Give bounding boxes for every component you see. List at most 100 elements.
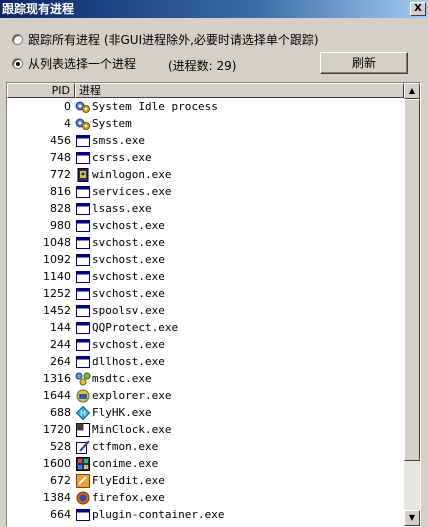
row-pid: 244: [50, 338, 71, 351]
row-process-name: svchost.exe: [92, 338, 165, 351]
row-pid: 672: [50, 474, 71, 487]
table-row[interactable]: 144 QQProtect.exe: [7, 319, 404, 336]
table-row[interactable]: 1384 firefox.exe: [7, 489, 404, 506]
select-from-list-option[interactable]: 从列表选择一个进程: [12, 55, 136, 71]
row-pid: 0: [64, 100, 71, 113]
refresh-button[interactable]: 刷新: [320, 52, 408, 74]
row-pid: 4: [64, 117, 71, 130]
table-row[interactable]: 828 lsass.exe: [7, 200, 404, 217]
window-icon: [75, 134, 91, 148]
row-process-name: explorer.exe: [92, 389, 172, 402]
explorer-icon: [75, 389, 91, 403]
table-row[interactable]: 1600 conime.exe: [7, 455, 404, 472]
window-icon: [75, 236, 91, 250]
table-row[interactable]: 816 services.exe: [7, 183, 404, 200]
table-row[interactable]: 244 svchost.exe: [7, 336, 404, 353]
row-pid: 772: [50, 168, 71, 181]
row-process-name: svchost.exe: [92, 236, 165, 249]
table-row[interactable]: 528 ctfmon.exe: [7, 438, 404, 455]
winlogon-icon: [75, 167, 91, 182]
flyedit-icon: [75, 473, 91, 488]
row-pid: 748: [50, 151, 71, 164]
table-row[interactable]: 1048 svchost.exe: [7, 234, 404, 251]
table-row[interactable]: 4 System: [7, 115, 404, 132]
row-pid: 144: [50, 321, 71, 334]
list-rows: 0 System Idle process 4 System 456 smss.exe 74…: [7, 98, 404, 523]
window-icon: [75, 202, 91, 216]
row-process-name: plugin-container.exe: [92, 508, 225, 521]
window-icon: [75, 321, 91, 335]
table-row[interactable]: 0 System Idle process: [7, 98, 404, 115]
row-pid: 1384: [43, 491, 71, 504]
table-row[interactable]: 748 csrss.exe: [7, 149, 404, 166]
row-pid: 1048: [43, 236, 71, 249]
title-bar: 跟踪现有进程 X: [0, 0, 428, 18]
row-pid: 664: [50, 508, 71, 521]
list-header: PID 进程: [7, 83, 404, 98]
process-list[interactable]: PID 进程 0 System Idle process 4 System 456 sms…: [6, 82, 421, 527]
close-button[interactable]: X: [410, 2, 426, 16]
column-header-pid[interactable]: PID: [7, 83, 75, 98]
flyhk-icon: H: [75, 405, 91, 420]
row-process-name: csrss.exe: [92, 151, 152, 164]
table-row[interactable]: 772 winlogon.exe: [7, 166, 404, 183]
ctfmon-icon: [75, 439, 91, 454]
row-process-name: smss.exe: [92, 134, 145, 147]
row-process-name: svchost.exe: [92, 270, 165, 283]
table-row[interactable]: 980 svchost.exe: [7, 217, 404, 234]
row-process-name: winlogon.exe: [92, 168, 172, 181]
row-pid: 1600: [43, 457, 71, 470]
row-pid: 528: [50, 440, 71, 453]
vertical-scrollbar[interactable]: ▲ ▼: [404, 83, 420, 526]
system-gear-icon: [75, 117, 91, 131]
table-row[interactable]: 1252 svchost.exe: [7, 285, 404, 302]
window-icon: [75, 151, 91, 165]
window-icon: [75, 304, 91, 318]
table-row[interactable]: 456 smss.exe: [7, 132, 404, 149]
row-pid: 828: [50, 202, 71, 215]
trace-all-label: 跟踪所有进程 (非GUI进程除外,必要时请选择单个跟踪): [28, 32, 319, 47]
window-icon: [75, 185, 91, 199]
msdtc-icon: [75, 372, 91, 386]
row-process-name: svchost.exe: [92, 287, 165, 300]
row-process-name: FlyEdit.exe: [92, 474, 165, 487]
table-row[interactable]: 1092 svchost.exe: [7, 251, 404, 268]
row-process-name: msdtc.exe: [92, 372, 152, 385]
table-row[interactable]: 664 plugin-container.exe: [7, 506, 404, 523]
row-process-name: dllhost.exe: [92, 355, 165, 368]
row-process-name: FlyHK.exe: [92, 406, 152, 419]
firefox-icon: [75, 491, 91, 505]
row-process-name: conime.exe: [92, 457, 159, 470]
row-pid: 1644: [43, 389, 71, 402]
row-pid: 1140: [43, 270, 71, 283]
scroll-down-button[interactable]: ▼: [404, 510, 420, 526]
scroll-up-button[interactable]: ▲: [404, 83, 420, 99]
column-header-process[interactable]: 进程: [75, 83, 404, 98]
scrollbar-thumb[interactable]: [404, 99, 420, 461]
table-row[interactable]: 688 H FlyHK.exe: [7, 404, 404, 421]
row-pid: 264: [50, 355, 71, 368]
row-process-name: MinClock.exe: [92, 423, 172, 436]
table-row[interactable]: 1316 msdtc.exe: [7, 370, 404, 387]
row-pid: 1092: [43, 253, 71, 266]
table-row[interactable]: 1452 spoolsv.exe: [7, 302, 404, 319]
table-row[interactable]: 1720 MinClock.exe: [7, 421, 404, 438]
table-row[interactable]: 672 FlyEdit.exe: [7, 472, 404, 489]
system-gear-icon: [75, 100, 91, 114]
row-process-name: spoolsv.exe: [92, 304, 165, 317]
window-icon: [75, 355, 91, 369]
trace-all-radio[interactable]: [12, 33, 23, 45]
row-process-name: System: [92, 117, 132, 130]
table-row[interactable]: 264 dllhost.exe: [7, 353, 404, 370]
process-count: (进程数: 29): [168, 59, 237, 73]
table-row[interactable]: 1140 svchost.exe: [7, 268, 404, 285]
trace-all-option[interactable]: 跟踪所有进程 (非GUI进程除外,必要时请选择单个跟踪): [12, 31, 319, 47]
row-process-name: System Idle process: [92, 100, 218, 113]
row-process-name: lsass.exe: [92, 202, 152, 215]
table-row[interactable]: 1644 explorer.exe: [7, 387, 404, 404]
select-from-list-radio[interactable]: [12, 57, 23, 69]
row-pid: 1316: [43, 372, 71, 385]
row-process-name: QQProtect.exe: [92, 321, 179, 334]
row-pid: 816: [50, 185, 71, 198]
svg-text:H: H: [80, 409, 86, 418]
